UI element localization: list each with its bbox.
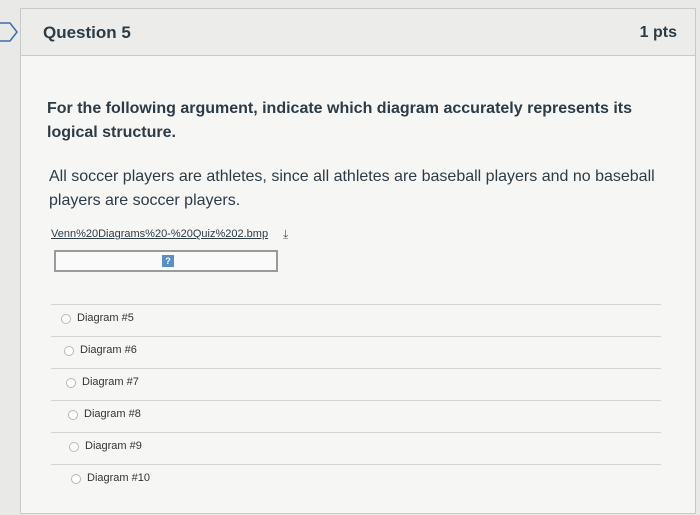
answer-label: Diagram #9 (85, 440, 142, 452)
radio-icon[interactable] (64, 346, 74, 356)
answer-option[interactable]: Diagram #10 (51, 464, 661, 496)
radio-icon[interactable] (66, 378, 76, 388)
answer-option[interactable]: Diagram #9 (51, 432, 661, 464)
question-title: Question 5 (43, 23, 131, 42)
radio-icon[interactable] (71, 474, 81, 484)
answer-option[interactable]: Diagram #6 (51, 336, 661, 368)
answer-option[interactable]: Diagram #5 (51, 304, 661, 336)
radio-icon[interactable] (68, 410, 78, 420)
question-prompt: For the following argument, indicate whi… (47, 100, 633, 141)
attachment-link[interactable]: Venn%20Diagrams%20-%20Quiz%202.bmp (51, 228, 268, 240)
question-points: 1 pts (639, 24, 677, 41)
left-arrow-tab[interactable] (0, 20, 20, 44)
argument-text: All soccer players are athletes, since a… (49, 168, 655, 209)
broken-image: ? (54, 250, 278, 272)
answer-option[interactable]: Diagram #7 (51, 368, 661, 400)
download-icon[interactable]: ⤓ (283, 227, 288, 242)
radio-icon[interactable] (61, 314, 71, 324)
answer-label: Diagram #7 (82, 376, 139, 388)
radio-icon[interactable] (69, 442, 79, 452)
answer-label: Diagram #5 (77, 312, 134, 324)
question-card: Question 5 1 pts For the following argum… (20, 8, 696, 514)
answer-label: Diagram #10 (87, 472, 150, 484)
answer-list: Diagram #5 Diagram #6 Diagram #7 Diagram… (51, 304, 661, 496)
broken-image-icon: ? (162, 255, 174, 267)
answer-label: Diagram #8 (84, 408, 141, 420)
answer-label: Diagram #6 (80, 344, 137, 356)
question-header: Question 5 1 pts (21, 9, 695, 56)
answer-option[interactable]: Diagram #8 (51, 400, 661, 432)
